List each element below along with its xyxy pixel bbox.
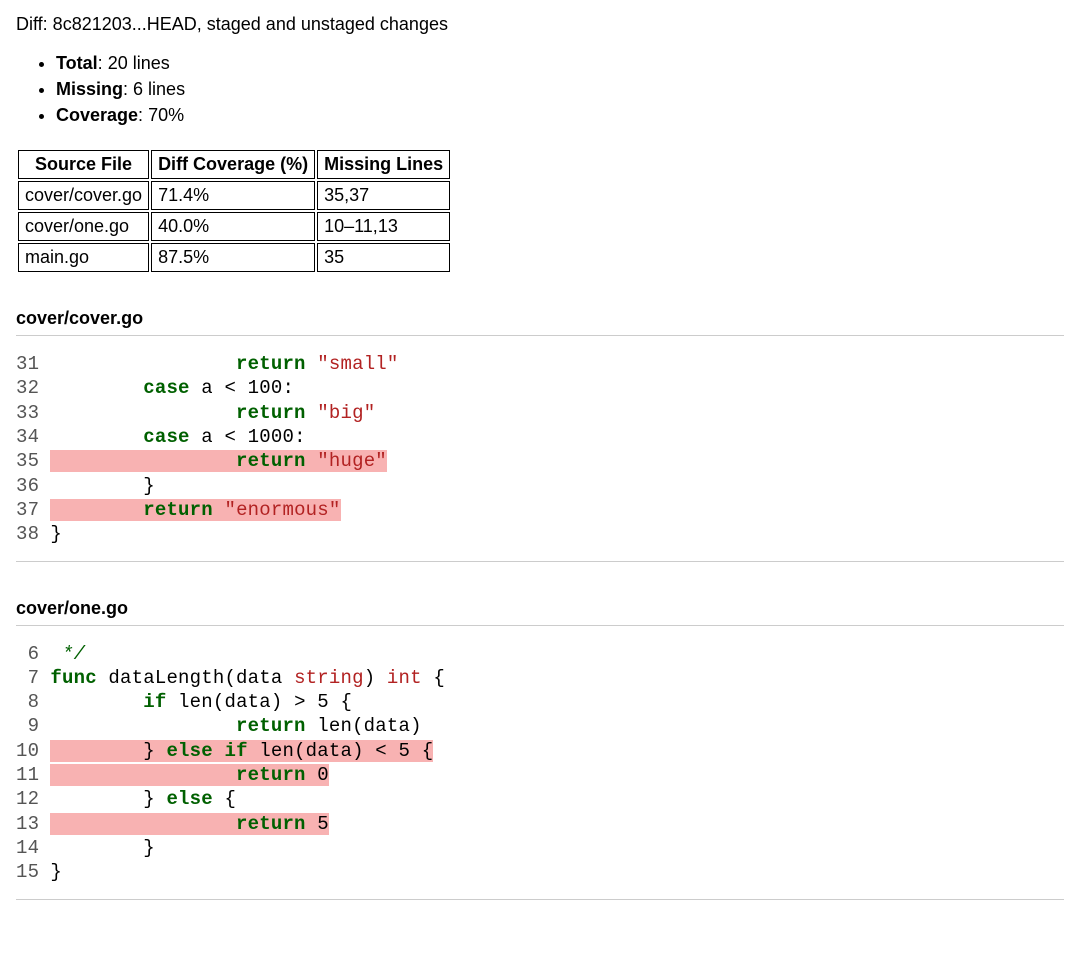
diff-header: Diff: 8c821203...HEAD, staged and unstag… bbox=[16, 14, 1064, 35]
table-row: main.go 87.5% 35 bbox=[18, 243, 450, 272]
missing-line: return 0 bbox=[50, 764, 328, 786]
code-block: 31 return "small" 32 case a < 100: 33 re… bbox=[16, 352, 1064, 547]
summary-list: Total: 20 lines Missing: 6 lines Coverag… bbox=[16, 53, 1064, 126]
summary-total: Total: 20 lines bbox=[56, 53, 1064, 74]
missing-line: return "huge" bbox=[50, 450, 387, 472]
file-heading: cover/cover.go bbox=[16, 308, 1064, 336]
col-missing-lines: Missing Lines bbox=[317, 150, 450, 179]
section-divider bbox=[16, 899, 1064, 900]
col-diff-coverage: Diff Coverage (%) bbox=[151, 150, 315, 179]
missing-line: return "enormous" bbox=[50, 499, 340, 521]
coverage-table: Source File Diff Coverage (%) Missing Li… bbox=[16, 148, 452, 274]
section-divider bbox=[16, 561, 1064, 562]
col-source-file: Source File bbox=[18, 150, 149, 179]
table-row: cover/cover.go 71.4% 35,37 bbox=[18, 181, 450, 210]
file-heading: cover/one.go bbox=[16, 598, 1064, 626]
table-row: cover/one.go 40.0% 10–11,13 bbox=[18, 212, 450, 241]
summary-missing: Missing: 6 lines bbox=[56, 79, 1064, 100]
missing-line: return 5 bbox=[50, 813, 328, 835]
file-section-cover-go: cover/cover.go 31 return "small" 32 case… bbox=[16, 308, 1064, 562]
missing-line: } else if len(data) < 5 { bbox=[50, 740, 433, 762]
code-block: 6 */ 7 func dataLength(data string) int … bbox=[16, 642, 1064, 885]
file-section-one-go: cover/one.go 6 */ 7 func dataLength(data… bbox=[16, 598, 1064, 900]
summary-coverage: Coverage: 70% bbox=[56, 105, 1064, 126]
